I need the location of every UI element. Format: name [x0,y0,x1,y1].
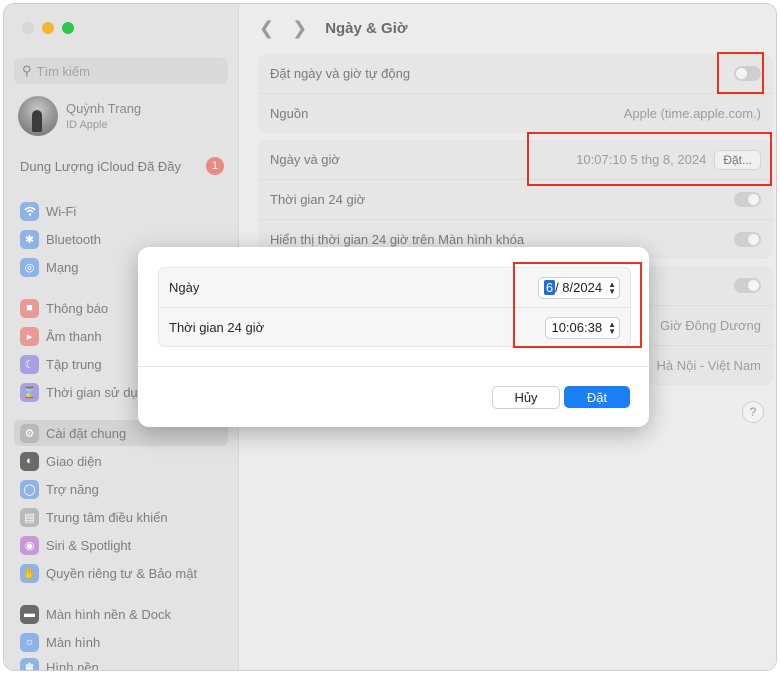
sidebar-item-privacy-security[interactable]: ✋ Quyền riêng tư & Bảo mật [14,560,228,586]
sidebar-item-label: Thời gian sử dụng [46,384,153,400]
bluetooth-icon: ✱ [20,229,39,249]
sidebar-item-label: Siri & Spotlight [46,537,132,553]
divider [138,366,649,367]
wallpaper-icon: ✽ [20,657,39,670]
back-chevron-icon[interactable]: ❮ [259,18,274,39]
sidebar-item-label: Wi-Fi [46,203,77,219]
icloud-storage-alert[interactable]: Dung Lượng iCloud Đã Đầy 1 [20,157,224,175]
sidebar-item-wallpaper[interactable]: ✽ Hình nền [14,654,228,670]
sidebar-item-siri-spotlight[interactable]: ◉ Siri & Spotlight [14,532,228,558]
window-controls [22,22,74,34]
sidebar-item-label: Bluetooth [46,231,101,247]
auto-time-card: Đặt ngày và giờ tự động Nguồn Apple (tim… [258,54,773,133]
forward-chevron-icon[interactable]: ❯ [292,18,307,39]
display-icon: ☼ [20,632,39,652]
sidebar-item-label: Thông báo [46,300,109,316]
highlight-datetime [527,132,772,186]
sidebar-item-label: Hình nền [46,659,99,671]
sidebar-item-label: Quyền riêng tư & Bảo mật [46,565,198,581]
city-value: Hà Nội - Việt Nam [656,358,761,373]
hourglass-icon: ⌛ [20,382,39,402]
zoom-window-button[interactable] [62,22,74,34]
desktop-icon: ▬ [20,604,39,624]
search-placeholder: Tìm kiếm [36,63,90,79]
highlight-dialog-fields [513,262,642,348]
gear-icon: ⚙ [20,423,39,443]
sidebar-item-label: Cài đặt chung [46,425,127,441]
sidebar-item-desktop-dock[interactable]: ▬ Màn hình nền & Dock [14,601,228,627]
sidebar-item-control-center[interactable]: ▤ Trung tâm điều khiển [14,504,228,530]
date-label: Ngày [169,280,200,295]
sidebar-item-wifi[interactable]: Wi-Fi [14,198,228,224]
globe-icon: ◎ [20,257,39,277]
auto-set-label: Đặt ngày và giờ tự động [270,66,411,81]
search-input[interactable]: ⚲ Tìm kiếm [14,58,228,84]
toolbar: ❮ ❯ Ngày & Giờ [259,18,408,39]
minimize-window-button[interactable] [42,22,54,34]
page-title: Ngày & Giờ [325,20,408,37]
confirm-button[interactable]: Đặt [564,386,630,408]
profile-subtitle: ID Apple [66,119,108,131]
sidebar-item-appearance[interactable]: ◐ Giao diện [14,448,228,474]
close-window-button[interactable] [22,22,34,34]
source-row: Nguồn Apple (time.apple.com.) [258,94,773,133]
sidebar-item-label: Trợ năng [46,481,99,497]
hand-icon: ✋ [20,563,39,583]
control-center-icon: ▤ [20,507,39,527]
speaker-icon: ▸ [20,326,39,346]
sidebar-item-label: Âm thanh [46,328,102,344]
accessibility-icon: ◯ [20,479,39,499]
search-icon: ⚲ [22,63,32,78]
apple-id-profile[interactable]: Quỳnh Trang ID Apple [18,96,141,136]
siri-icon: ◉ [20,535,39,555]
lockscreen-label: Hiển thị thời gian 24 giờ trên Màn hình … [270,232,525,247]
sidebar-item-label: Trung tâm điều khiển [46,509,168,525]
source-label: Nguồn [270,106,309,121]
sidebar-item-displays[interactable]: ☼ Màn hình [14,629,228,655]
sidebar-item-label: Màn hình nền & Dock [46,606,172,622]
avatar [18,96,58,136]
sidebar-item-label: Giao diện [46,453,102,469]
help-button[interactable]: ? [742,401,764,423]
time-label: Thời gian 24 giờ [169,320,265,335]
cancel-button[interactable]: Hủy [492,386,560,409]
datetime-label: Ngày và giờ [270,152,340,167]
timezone-auto-toggle[interactable] [734,278,761,293]
notification-badge: 1 [206,157,224,175]
wifi-icon [20,201,39,221]
source-value: Apple (time.apple.com.) [623,106,761,121]
moon-icon: ☾ [20,354,39,374]
time24-label: Thời gian 24 giờ [270,192,366,207]
time24-row: Thời gian 24 giờ [258,180,773,220]
sidebar-item-accessibility[interactable]: ◯ Trợ năng [14,476,228,502]
timezone-value: Giờ Đông Dương [660,318,761,333]
time24-toggle[interactable] [734,192,761,207]
sidebar-item-label: Màn hình [46,634,101,650]
sidebar-item-label: Mạng [46,259,79,275]
bell-icon: ■ [20,298,39,318]
auto-set-row: Đặt ngày và giờ tự động [258,54,773,94]
appearance-icon: ◐ [20,451,39,471]
lockscreen-toggle[interactable] [734,232,761,247]
sidebar-item-label: Tập trung [46,356,102,372]
icloud-label: Dung Lượng iCloud Đã Đầy [20,158,182,174]
highlight-auto-toggle [717,52,764,94]
profile-name: Quỳnh Trang [66,101,142,116]
